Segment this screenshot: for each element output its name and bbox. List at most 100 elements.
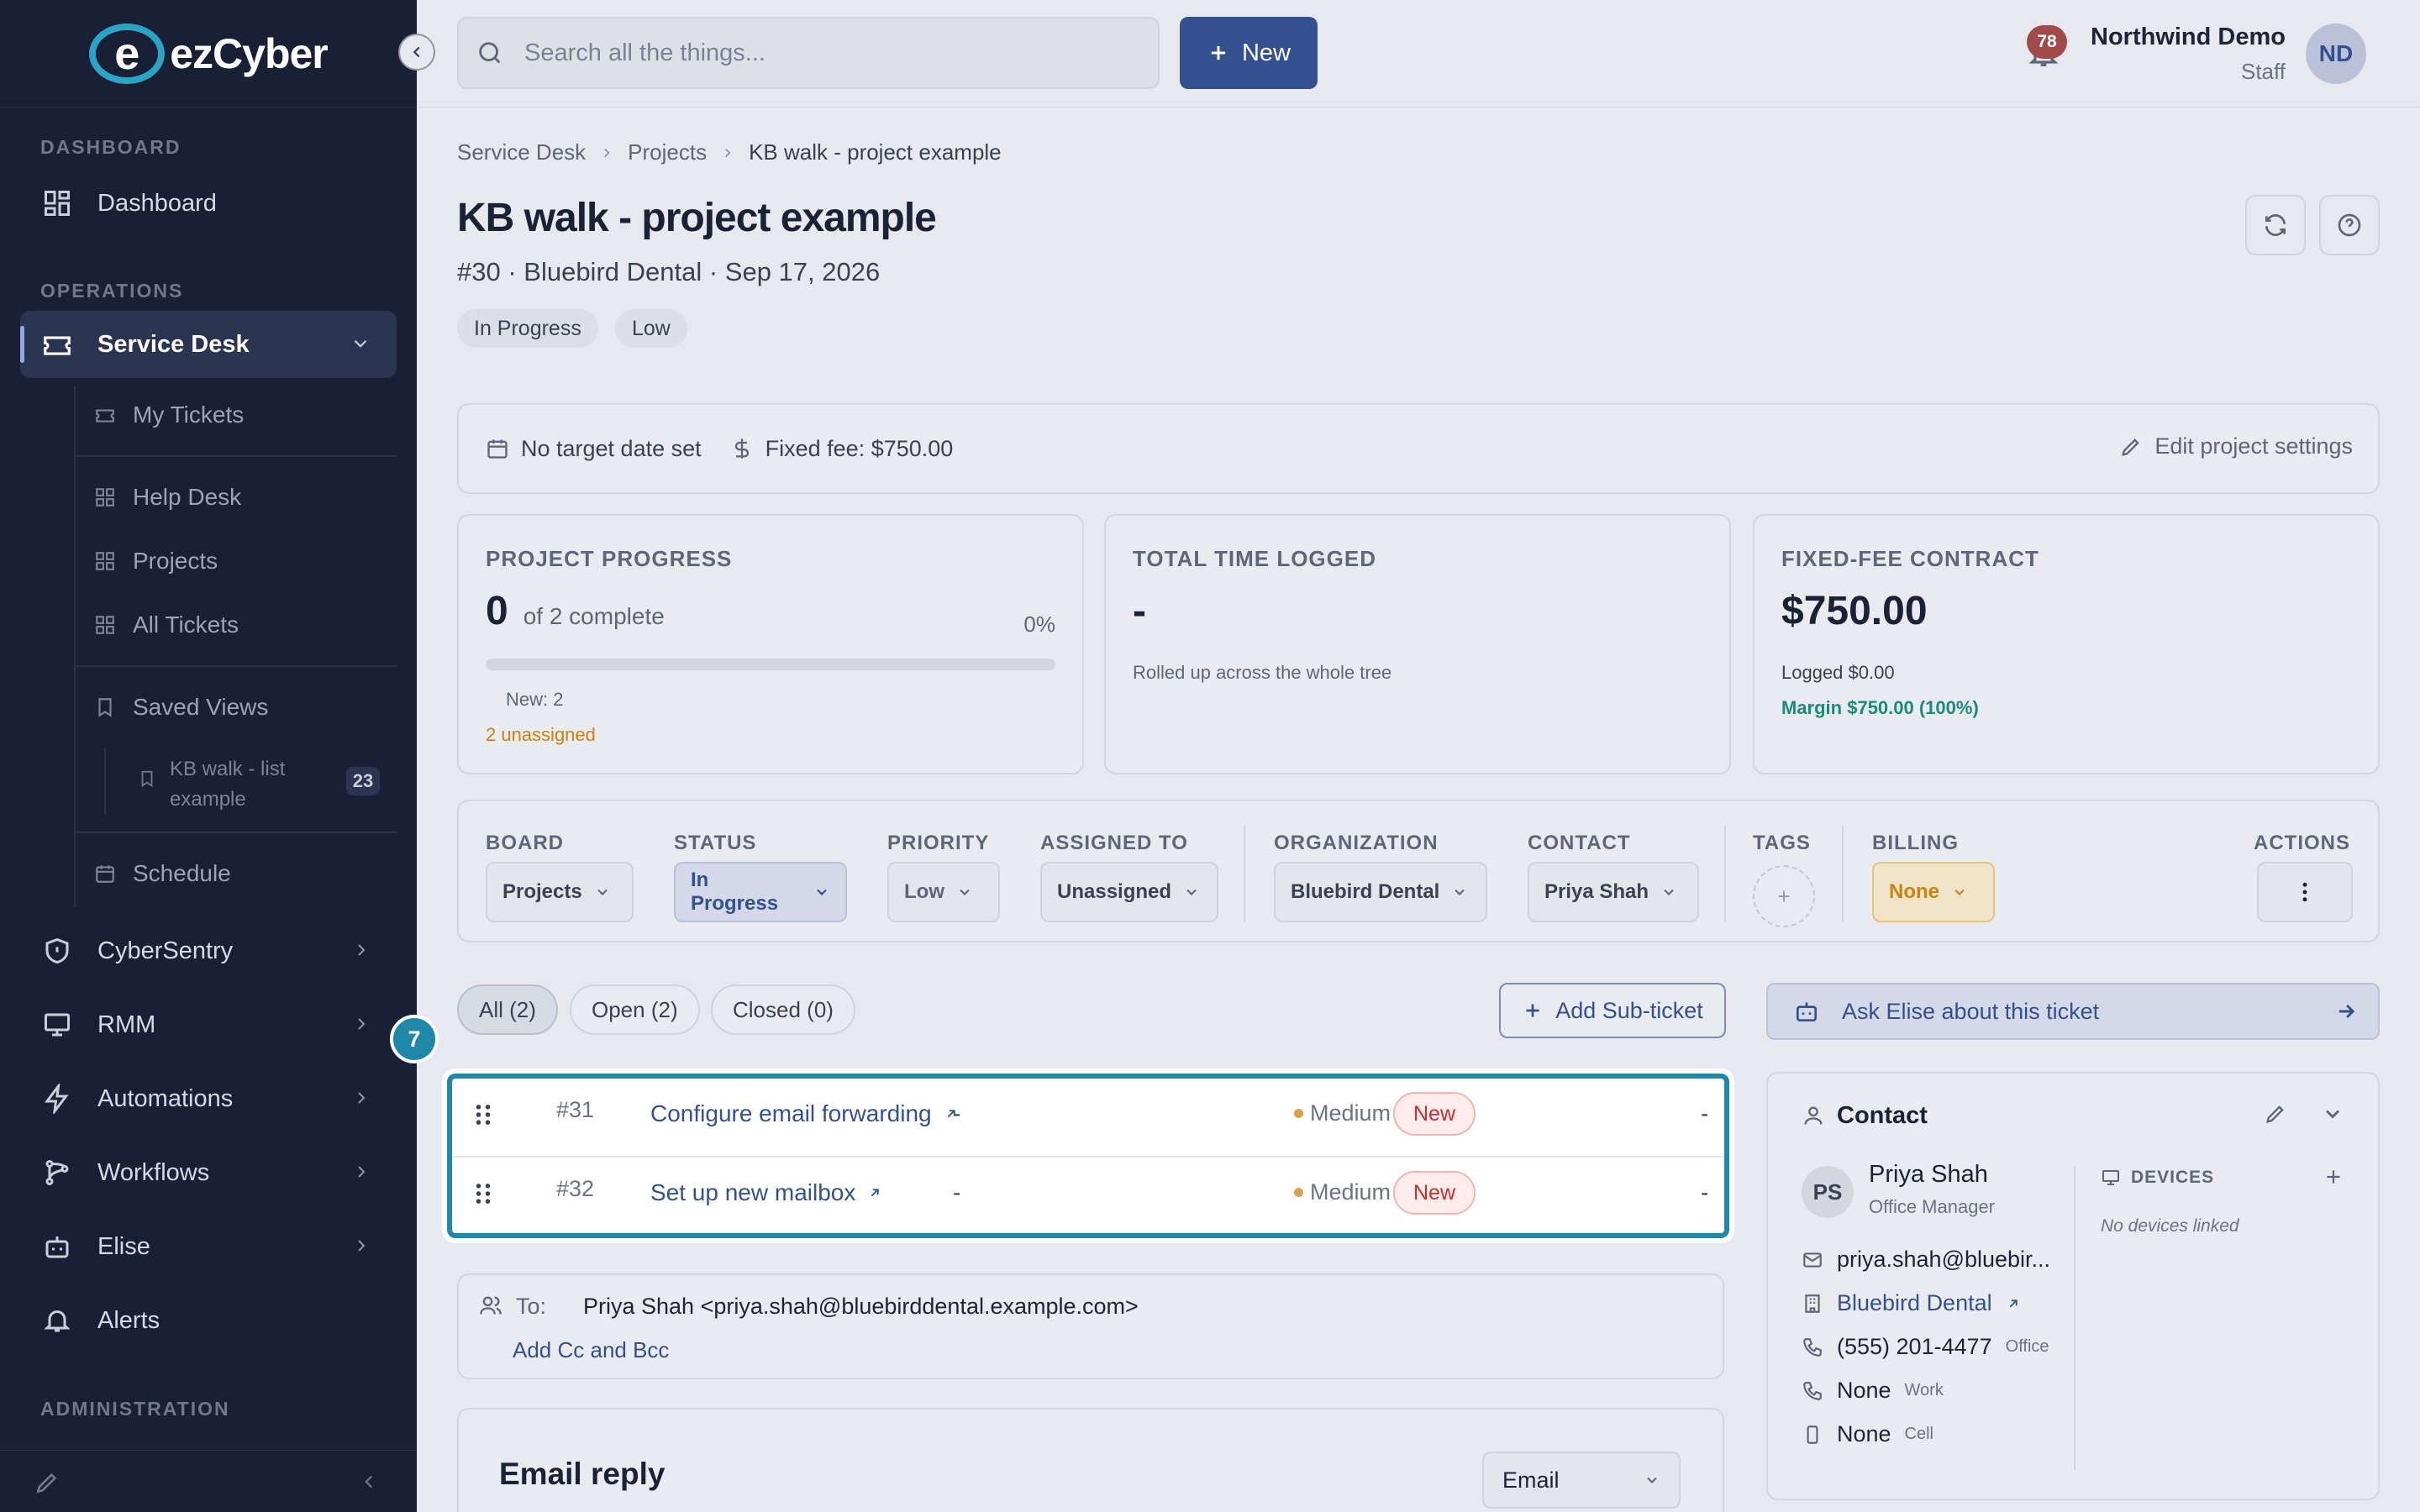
grid-icon — [40, 186, 74, 220]
table-row[interactable]: #31 Configure email forwarding - Medium … — [452, 1079, 1724, 1156]
chevron-right-icon — [351, 1161, 371, 1189]
nav-projects[interactable]: Projects — [94, 548, 218, 575]
chevron-down-icon — [1954, 889, 1965, 895]
nav-service-desk[interactable]: Service Desk — [20, 311, 397, 378]
robot-icon — [1797, 1002, 1817, 1021]
nav-rmm[interactable]: RMM — [20, 991, 397, 1058]
chevron-down-icon — [960, 889, 970, 895]
priority-badge: Low — [615, 309, 687, 348]
ticket-title-link[interactable]: Configure email forwarding — [650, 1100, 959, 1127]
add-cc-bcc-link[interactable]: Add Cc and Bcc — [513, 1337, 669, 1363]
user-name: Northwind Demo — [2091, 24, 2286, 50]
phone-type: Office — [2005, 1337, 2049, 1356]
chevron-down-icon[interactable] — [2321, 1102, 2344, 1130]
nav-help-desk[interactable]: Help Desk — [94, 484, 241, 511]
ask-elise-button[interactable]: Ask Elise about this ticket — [1766, 983, 2380, 1040]
reply-channel-select[interactable]: Email — [1482, 1452, 1681, 1509]
pencil-icon — [2122, 438, 2140, 456]
nav-all-tickets[interactable]: All Tickets — [94, 612, 239, 638]
progress-total: of 2 complete — [523, 603, 665, 629]
pencil-icon[interactable] — [2264, 1102, 2287, 1130]
avatar[interactable]: ND — [2306, 24, 2366, 84]
to-label: To: — [516, 1294, 547, 1319]
contact-organization-text: Bluebird Dental — [1837, 1290, 1992, 1315]
table-row[interactable]: #32 Set up new mailbox - Medium New - — [452, 1158, 1724, 1235]
contract-logged: Logged $0.00 — [1781, 662, 1895, 683]
avatar: PS — [1802, 1166, 1854, 1218]
email-recipients: To: Priya Shah <priya.shah@bluebirddenta… — [457, 1273, 1724, 1379]
tab-open[interactable]: Open (2) — [570, 984, 700, 1035]
monitor-icon — [40, 1008, 74, 1042]
contact-card: Contact PS Priya Shah Office Manager pri… — [1766, 1072, 2380, 1500]
nav-workflows[interactable]: Workflows — [20, 1139, 397, 1206]
drag-handle-icon[interactable] — [474, 1102, 492, 1133]
organization-select[interactable]: Bluebird Dental — [1274, 862, 1487, 922]
chevron-left-icon[interactable] — [358, 1471, 380, 1497]
collapse-sidebar-button[interactable] — [398, 34, 435, 71]
breadcrumb-service-desk[interactable]: Service Desk — [457, 139, 586, 165]
billing-select[interactable]: None — [1872, 862, 1995, 922]
actions-menu-button[interactable] — [2257, 862, 2353, 922]
nav-cybersentry[interactable]: CyberSentry — [20, 917, 397, 984]
nav-label: Elise — [97, 1232, 150, 1260]
saved-view-kb-walk[interactable]: KB walk - list example — [138, 754, 285, 815]
ticket-title-link[interactable]: Set up new mailbox — [650, 1179, 882, 1206]
help-button[interactable] — [2319, 195, 2380, 255]
nav-saved-views[interactable]: Saved Views — [94, 694, 268, 721]
assigned-label: ASSIGNED TO — [1040, 832, 1188, 854]
logo[interactable]: e ezCyber — [0, 0, 417, 108]
add-device-button[interactable] — [2323, 1166, 2344, 1192]
tags-label: TAGS — [1753, 832, 1811, 854]
assigned-select[interactable]: Unassigned — [1040, 862, 1218, 922]
nav-dashboard[interactable]: Dashboard — [20, 170, 397, 237]
pencil-icon[interactable] — [34, 1469, 60, 1500]
saved-view-label: KB walk - list example — [170, 754, 285, 815]
chevron-down-icon — [817, 889, 827, 895]
status-badge: New — [1393, 1092, 1476, 1136]
page-title: KB walk - project example — [457, 196, 937, 240]
ticket-icon — [94, 403, 118, 427]
drag-handle-icon[interactable] — [474, 1181, 492, 1212]
board-select[interactable]: Projects — [486, 862, 634, 922]
contact-phone-office[interactable]: (555) 201-4477 Office — [1802, 1334, 2049, 1360]
status-select[interactable]: In Progress — [674, 862, 847, 922]
project-info-bar: No target date set Fixed fee: $750.00 Ed… — [457, 403, 2380, 494]
smartphone-icon — [1807, 1425, 1818, 1444]
search-input[interactable]: Search all the things... — [457, 17, 1160, 89]
contact-select[interactable]: Priya Shah — [1528, 862, 1699, 922]
tab-closed[interactable]: Closed (0) — [711, 984, 855, 1035]
external-link-icon — [2009, 1299, 2018, 1307]
dollar-icon — [734, 438, 749, 459]
fixed-fee-contract-card: FIXED-FEE CONTRACT $750.00 Logged $0.00 … — [1753, 514, 2380, 774]
nav-label: CyberSentry — [97, 937, 234, 964]
nav-alerts[interactable]: Alerts — [20, 1287, 397, 1354]
new-button[interactable]: New — [1180, 17, 1318, 89]
nav-automations[interactable]: Automations — [20, 1065, 397, 1132]
add-tag-button[interactable] — [1753, 865, 1815, 927]
tab-all[interactable]: All (2) — [457, 984, 558, 1035]
reply-title: Email reply — [499, 1457, 666, 1491]
nav-schedule[interactable]: Schedule — [94, 860, 231, 887]
phone-icon — [1803, 1337, 1822, 1357]
priority-select[interactable]: Low — [887, 862, 1000, 922]
target-date: No target date set — [486, 436, 702, 462]
tour-step-marker[interactable]: 7 — [390, 1015, 439, 1063]
nav-my-tickets[interactable]: My Tickets — [94, 402, 244, 428]
more-vertical-icon — [2302, 882, 2307, 902]
nav-label: Automations — [97, 1084, 234, 1112]
edit-project-settings-link[interactable]: Edit project settings — [2119, 433, 2353, 459]
nav-label: My Tickets — [133, 402, 245, 428]
phone-icon — [1803, 1381, 1822, 1400]
to-recipient[interactable]: Priya Shah <priya.shah@bluebirddental.ex… — [583, 1294, 1139, 1320]
chevron-right-icon — [351, 1235, 371, 1263]
breadcrumb-projects[interactable]: Projects — [628, 139, 707, 165]
nav-elise[interactable]: Elise — [20, 1213, 397, 1280]
bookmark-icon — [94, 696, 118, 719]
contract-margin: Margin $750.00 (100%) — [1781, 697, 1979, 718]
contact-organization-link[interactable]: Bluebird Dental — [1802, 1290, 2021, 1316]
time-logged-card: TOTAL TIME LOGGED - Rolled up across the… — [1104, 514, 1731, 774]
add-subticket-button[interactable]: Add Sub-ticket — [1499, 983, 1726, 1038]
refresh-button[interactable] — [2245, 195, 2306, 255]
status-label: STATUS — [674, 832, 757, 854]
contact-email[interactable]: priya.shah@bluebir... — [1802, 1247, 2050, 1273]
